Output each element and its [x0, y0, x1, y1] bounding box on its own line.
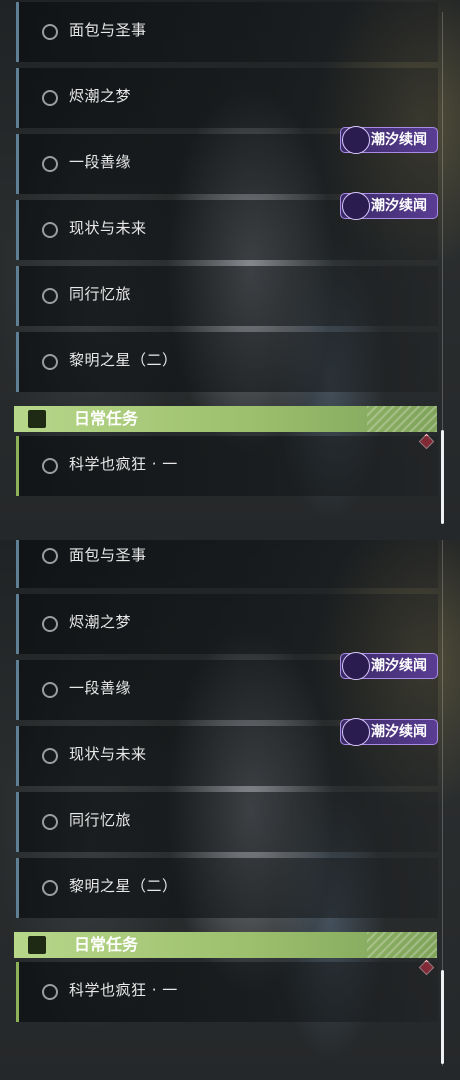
daily-quest-item[interactable]: 科学也疯狂 · 一	[16, 436, 438, 496]
tidal-tale-icon	[342, 718, 370, 746]
quest-item[interactable]: 面包与圣事	[16, 2, 438, 62]
quest-label: 一段善缘	[69, 679, 132, 697]
quest-item[interactable]: 面包与圣事	[16, 540, 438, 588]
tidal-tale-icon	[342, 192, 370, 220]
badge-text: 潮汐续闻	[371, 132, 427, 148]
tidal-tale-badge: 潮汐续闻	[340, 192, 438, 220]
quest-list-panel: 面包与圣事 烬潮之梦 一段善缘 现状与未来 同行忆旅 黎明之星（二） 潮汐续闻 …	[0, 540, 460, 1080]
scrollbar-thumb[interactable]	[441, 970, 444, 1064]
radio-ring-icon	[42, 984, 58, 1000]
tidal-tale-badge: 潮汐续闻	[340, 718, 438, 746]
quest-list-panel: 面包与圣事 烬潮之梦 一段善缘 现状与未来 同行忆旅 黎明之星（二） 潮汐续闻 …	[0, 0, 460, 540]
daily-quest-item[interactable]: 科学也疯狂 · 一	[16, 962, 438, 1022]
scrollbar-thumb[interactable]	[441, 430, 444, 524]
badge-text: 潮汐续闻	[371, 658, 427, 674]
quest-label: 面包与圣事	[69, 546, 147, 564]
quest-label: 科学也疯狂 · 一	[69, 455, 178, 473]
exclamation-icon	[28, 936, 46, 954]
radio-ring-icon	[42, 90, 58, 106]
quest-label: 同行忆旅	[69, 811, 132, 829]
quest-item[interactable]: 同行忆旅	[16, 266, 438, 326]
radio-ring-icon	[42, 548, 58, 564]
quest-label: 现状与未来	[69, 745, 147, 763]
quest-item[interactable]: 黎明之星（二）	[16, 858, 438, 918]
quest-label: 一段善缘	[69, 153, 132, 171]
radio-ring-icon	[42, 748, 58, 764]
badge-text: 潮汐续闻	[371, 724, 427, 740]
quest-label: 同行忆旅	[69, 285, 132, 303]
quest-label: 烬潮之梦	[69, 87, 132, 105]
badge-text: 潮汐续闻	[371, 198, 427, 214]
radio-ring-icon	[42, 288, 58, 304]
exclamation-icon	[28, 410, 46, 428]
quest-item[interactable]: 烬潮之梦	[16, 594, 438, 654]
daily-category-header[interactable]: 日常任务	[14, 406, 437, 432]
category-title: 日常任务	[74, 935, 139, 954]
quest-item[interactable]: 同行忆旅	[16, 792, 438, 852]
quest-label: 黎明之星（二）	[69, 877, 178, 895]
quest-label: 现状与未来	[69, 219, 147, 237]
radio-ring-icon	[42, 880, 58, 896]
quest-item[interactable]: 黎明之星（二）	[16, 332, 438, 392]
header-decoration	[367, 406, 437, 432]
tidal-tale-badge: 潮汐续闻	[340, 652, 438, 680]
quest-label: 面包与圣事	[69, 21, 147, 39]
quest-label: 科学也疯狂 · 一	[69, 981, 178, 999]
radio-ring-icon	[42, 222, 58, 238]
category-title: 日常任务	[74, 409, 139, 428]
quest-label: 黎明之星（二）	[69, 351, 178, 369]
radio-ring-icon	[42, 814, 58, 830]
tidal-tale-badge: 潮汐续闻	[340, 126, 438, 154]
header-decoration	[367, 932, 437, 958]
radio-ring-icon	[42, 156, 58, 172]
radio-ring-icon	[42, 682, 58, 698]
radio-ring-icon	[42, 24, 58, 40]
quest-item[interactable]: 烬潮之梦	[16, 68, 438, 128]
radio-ring-icon	[42, 616, 58, 632]
tidal-tale-icon	[342, 126, 370, 154]
radio-ring-icon	[42, 354, 58, 370]
quest-label: 烬潮之梦	[69, 613, 132, 631]
daily-category-header[interactable]: 日常任务	[14, 932, 437, 958]
radio-ring-icon	[42, 458, 58, 474]
tidal-tale-icon	[342, 652, 370, 680]
